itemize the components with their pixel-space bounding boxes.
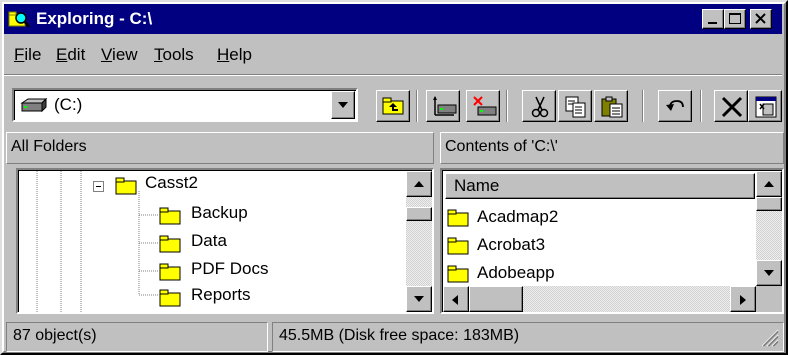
dropdown-arrow-icon bbox=[338, 102, 348, 108]
folder-tree-pane[interactable]: Casst2 Backup Data PDF Docs Reports bbox=[16, 168, 434, 314]
arrow-up-icon bbox=[414, 181, 424, 187]
contents-header: Contents of 'C:\' bbox=[440, 132, 784, 164]
folder-icon bbox=[447, 237, 469, 255]
scroll-down-button[interactable] bbox=[406, 286, 432, 312]
arrow-down-icon bbox=[764, 270, 774, 276]
title-bar[interactable]: Exploring - C:\ bbox=[4, 4, 782, 34]
contents-pane[interactable]: Name Acadmap2 Acrobat3 Adobeapp bbox=[440, 168, 784, 314]
tree-item-label: PDF Docs bbox=[191, 259, 269, 278]
status-disk-space: 45.5MB (Disk free space: 183MB) bbox=[272, 322, 784, 352]
all-folders-header: All Folders bbox=[6, 132, 434, 164]
menu-bar: File Edit View Tools Help bbox=[4, 40, 782, 70]
folder-tree-vertical-scrollbar[interactable] bbox=[406, 171, 432, 312]
copy-icon bbox=[565, 96, 586, 118]
separator bbox=[4, 74, 782, 76]
scroll-down-button[interactable] bbox=[756, 260, 782, 286]
explorer-window: Exploring - C:\ File Edit View Tools Hel… bbox=[0, 0, 788, 355]
contents-viewport: Name Acadmap2 Acrobat3 Adobeapp bbox=[442, 170, 782, 312]
undo-button[interactable] bbox=[658, 90, 692, 122]
list-item-label: Acadmap2 bbox=[477, 207, 559, 226]
close-button[interactable] bbox=[750, 9, 772, 29]
toolbar-separator bbox=[416, 90, 418, 122]
folder-icon bbox=[447, 209, 469, 227]
contents-horizontal-scrollbar[interactable] bbox=[443, 286, 756, 312]
window-title: Exploring - C:\ bbox=[36, 9, 153, 28]
cut-button[interactable] bbox=[522, 90, 556, 122]
column-name-label: Name bbox=[454, 176, 500, 195]
arrow-up-icon bbox=[764, 181, 774, 187]
menu-edit[interactable]: Edit bbox=[56, 44, 85, 66]
toolbar-separator bbox=[506, 90, 508, 122]
folder-tree-viewport: Casst2 Backup Data PDF Docs Reports bbox=[18, 170, 432, 312]
collapse-minus-icon[interactable] bbox=[93, 181, 105, 193]
map-network-drive-button[interactable] bbox=[426, 90, 460, 122]
scroll-thumb[interactable] bbox=[406, 207, 432, 221]
arrow-left-icon bbox=[452, 295, 458, 305]
copy-button[interactable] bbox=[558, 90, 592, 122]
menu-help[interactable]: Help bbox=[217, 44, 252, 66]
disconnect-drive-button[interactable] bbox=[466, 90, 500, 122]
toolbar-separator bbox=[642, 90, 644, 122]
maximize-icon bbox=[729, 13, 741, 24]
hard-drive-icon bbox=[20, 97, 48, 113]
scroll-up-button[interactable] bbox=[756, 171, 782, 197]
explorer-icon bbox=[8, 11, 30, 28]
resize-grip-icon[interactable] bbox=[759, 327, 779, 347]
properties-button[interactable] bbox=[748, 90, 782, 122]
tree-item-label: Reports bbox=[191, 285, 251, 304]
undo-icon bbox=[666, 100, 684, 111]
list-item-label: Adobeapp bbox=[477, 263, 555, 282]
tree-item-label: Backup bbox=[191, 203, 248, 222]
map-drive-icon bbox=[433, 96, 457, 116]
delete-x-icon bbox=[721, 96, 743, 118]
disconnect-drive-icon bbox=[473, 96, 497, 116]
scrollbar-corner bbox=[756, 286, 782, 312]
scroll-thumb[interactable] bbox=[756, 197, 782, 211]
properties-icon bbox=[755, 96, 777, 118]
list-item-label: Acrobat3 bbox=[477, 235, 546, 254]
address-value: (C:) bbox=[54, 95, 83, 114]
scroll-thumb[interactable] bbox=[469, 286, 523, 312]
menu-view[interactable]: View bbox=[101, 44, 138, 66]
disk-space-text: 45.5MB (Disk free space: 183MB) bbox=[279, 327, 520, 344]
tree-item-label: Data bbox=[191, 231, 227, 250]
minimize-button[interactable] bbox=[702, 9, 724, 29]
tree-item-label: Casst2 bbox=[145, 173, 198, 192]
folder-icon bbox=[159, 207, 181, 225]
folder-icon bbox=[447, 265, 469, 283]
scissors-icon bbox=[531, 96, 549, 118]
close-icon bbox=[755, 13, 766, 24]
folder-icon bbox=[159, 289, 181, 307]
menu-tools[interactable]: Tools bbox=[154, 44, 194, 66]
paste-button[interactable] bbox=[594, 90, 628, 122]
object-count-text: 87 object(s) bbox=[13, 327, 97, 344]
maximize-button[interactable] bbox=[724, 9, 746, 29]
menu-file[interactable]: File bbox=[14, 44, 41, 66]
scroll-right-button[interactable] bbox=[730, 286, 756, 312]
column-header-name[interactable]: Name bbox=[445, 173, 755, 199]
status-object-count: 87 object(s) bbox=[6, 322, 268, 352]
address-dropdown-button[interactable] bbox=[331, 91, 355, 119]
folder-open-icon bbox=[115, 177, 137, 195]
minimize-icon bbox=[708, 22, 717, 24]
delete-button[interactable] bbox=[714, 90, 748, 122]
up-one-level-button[interactable] bbox=[376, 90, 410, 122]
contents-vertical-scrollbar[interactable] bbox=[756, 171, 782, 286]
all-folders-label: All Folders bbox=[11, 138, 87, 155]
toolbar-separator bbox=[700, 90, 702, 122]
scroll-left-button[interactable] bbox=[443, 286, 469, 312]
contents-label: Contents of 'C:\' bbox=[445, 138, 558, 155]
folder-icon bbox=[159, 263, 181, 281]
arrow-right-icon bbox=[740, 295, 746, 305]
paste-icon bbox=[601, 96, 623, 118]
folder-icon bbox=[159, 235, 181, 253]
scroll-up-button[interactable] bbox=[406, 171, 432, 197]
folder-up-icon bbox=[382, 97, 404, 115]
address-combobox[interactable]: (C:) bbox=[12, 88, 358, 122]
arrow-down-icon bbox=[414, 296, 424, 302]
